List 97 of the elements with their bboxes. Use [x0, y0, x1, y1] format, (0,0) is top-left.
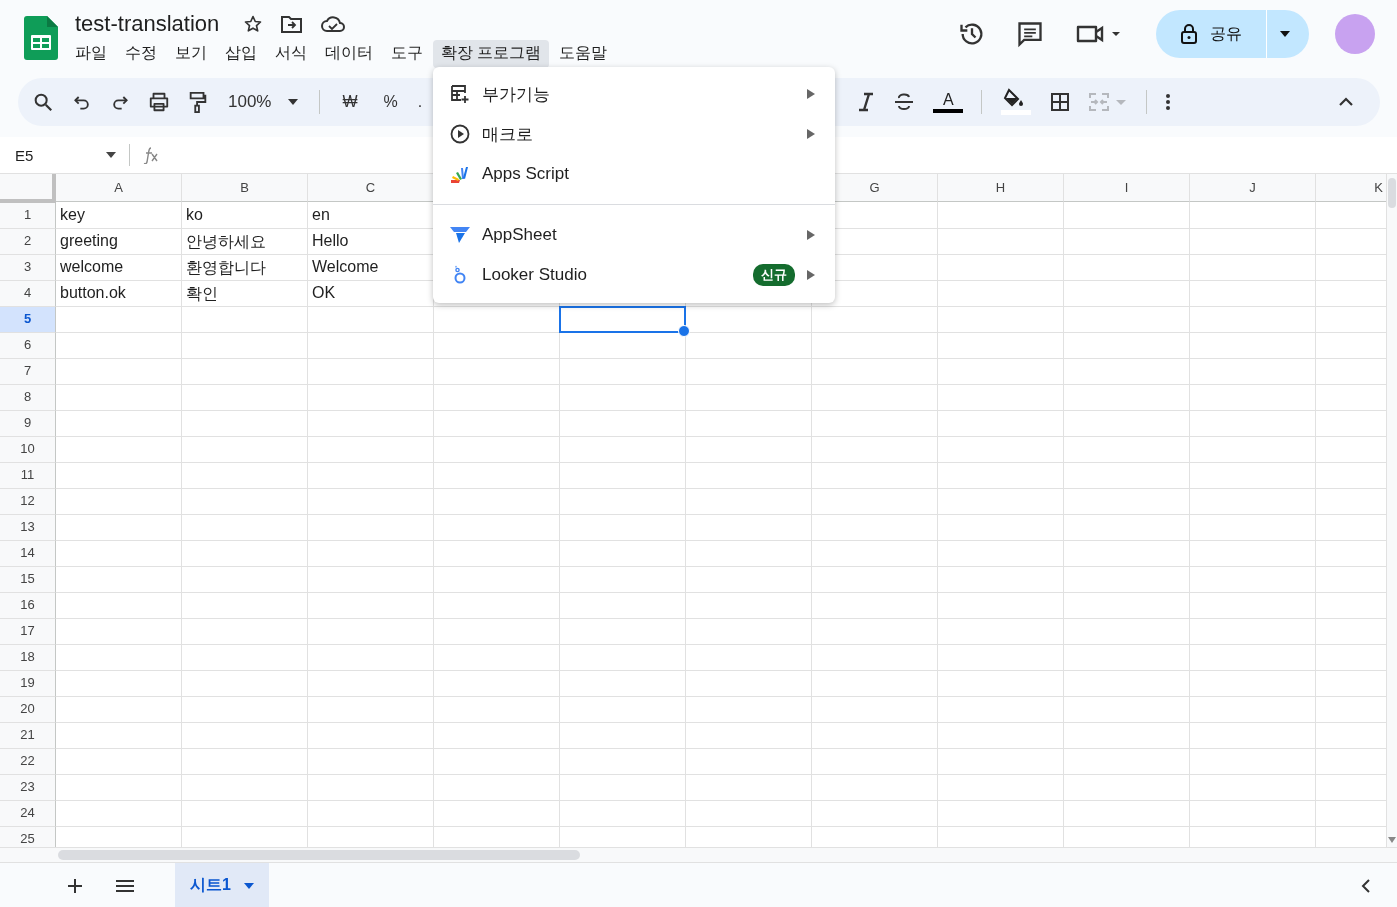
row-header[interactable]: 12	[0, 489, 56, 515]
menu-item[interactable]: 확장 프로그램	[433, 40, 550, 68]
menu-item[interactable]: 도구	[383, 40, 431, 68]
menu-item[interactable]: 수정	[117, 40, 165, 68]
row-header[interactable]: 14	[0, 541, 56, 567]
menu-item[interactable]: 도움말	[551, 40, 616, 68]
row-header[interactable]: 21	[0, 723, 56, 749]
menu-option[interactable]: 매크로	[433, 114, 835, 154]
row-header[interactable]: 18	[0, 645, 56, 671]
menu-option[interactable]: 부가기능	[433, 74, 835, 114]
menu-option[interactable]: Looker Studio 신규	[433, 255, 835, 295]
cell-text: 확인	[186, 285, 218, 302]
column-header[interactable]: K	[1316, 174, 1386, 202]
currency-format-button[interactable]: ₩	[338, 93, 362, 111]
spreadsheet-logo-icon[interactable]	[24, 16, 58, 60]
row-header[interactable]: 23	[0, 775, 56, 801]
scrollbar-thumb[interactable]	[1388, 178, 1396, 208]
cell-text: OK	[312, 284, 336, 301]
cell-text: ko	[186, 206, 203, 223]
caret-icon	[242, 881, 255, 890]
row-header[interactable]: 15	[0, 567, 56, 593]
chevron-left-icon[interactable]	[1361, 878, 1371, 893]
text-color-button[interactable]: A	[933, 91, 964, 113]
cell-text: 안녕하세요	[186, 233, 266, 250]
document-title[interactable]: test-translation	[75, 11, 220, 37]
borders-icon[interactable]	[1050, 92, 1071, 112]
cell-text: greeting	[60, 232, 118, 249]
row-header[interactable]: 25	[0, 827, 56, 847]
add-on-icon	[450, 84, 470, 104]
star-icon[interactable]	[243, 14, 264, 34]
strikethrough-icon[interactable]	[893, 92, 916, 112]
decimal-button[interactable]: .	[413, 93, 427, 111]
more-options-icon[interactable]	[1165, 93, 1172, 111]
row-header[interactable]: 7	[0, 359, 56, 385]
print-icon[interactable]	[148, 91, 170, 113]
share-button[interactable]: 공유	[1156, 10, 1267, 58]
column-header[interactable]: J	[1190, 174, 1316, 202]
scroll-down-arrow-icon[interactable]	[1388, 837, 1396, 843]
play-circle-icon	[450, 124, 470, 144]
fill-color-icon[interactable]	[1000, 88, 1033, 116]
row-header[interactable]: 20	[0, 697, 56, 723]
row-header[interactable]: 19	[0, 671, 56, 697]
row-header[interactable]: 2	[0, 229, 56, 255]
column-header[interactable]: C	[308, 174, 434, 202]
row-header[interactable]: 8	[0, 385, 56, 411]
column-header[interactable]: A	[56, 174, 182, 202]
row-header[interactable]: 1	[0, 203, 56, 229]
menu-option[interactable]: AppSheet	[433, 215, 835, 255]
menu-item[interactable]: 보기	[167, 40, 215, 68]
row-header[interactable]: 3	[0, 255, 56, 281]
menu-item[interactable]: 데이터	[317, 40, 381, 68]
cell-text: 환영합니다	[186, 259, 266, 276]
row-header[interactable]: 11	[0, 463, 56, 489]
cell-text: en	[312, 206, 330, 223]
colored-pencils-icon	[450, 164, 470, 184]
menu-item[interactable]: 파일	[67, 40, 115, 68]
appsheet-icon	[450, 226, 470, 244]
caret-icon	[287, 98, 300, 106]
move-folder-icon[interactable]	[281, 15, 304, 33]
new-badge: 신규	[753, 264, 795, 286]
caret-icon	[1279, 30, 1291, 38]
menu-item[interactable]: 서식	[267, 40, 315, 68]
search-icon[interactable]	[32, 91, 54, 113]
row-header[interactable]: 5	[0, 307, 56, 333]
column-header[interactable]: I	[1064, 174, 1190, 202]
cell-text: button.ok	[60, 284, 126, 301]
menu-item[interactable]: 삽입	[217, 40, 265, 68]
function-icon	[142, 146, 160, 164]
column-header[interactable]: B	[182, 174, 308, 202]
paint-format-icon[interactable]	[188, 91, 208, 113]
name-box[interactable]: E5	[0, 146, 117, 164]
percent-format-button[interactable]: %	[379, 93, 402, 111]
collapse-icon[interactable]	[1338, 97, 1354, 107]
row-header[interactable]: 13	[0, 515, 56, 541]
row-header[interactable]: 16	[0, 593, 56, 619]
all-sheets-menu-icon[interactable]	[115, 878, 135, 893]
row-header[interactable]: 10	[0, 437, 56, 463]
sheet-tab[interactable]: 시트1	[175, 863, 269, 907]
add-sheet-icon[interactable]	[67, 877, 83, 894]
italic-icon[interactable]	[857, 92, 876, 112]
cell-text: key	[60, 206, 85, 223]
zoom-dropdown[interactable]: 100%	[226, 92, 302, 112]
cell-text: Hello	[312, 232, 349, 249]
column-header[interactable]: H	[938, 174, 1064, 202]
row-header[interactable]: 22	[0, 749, 56, 775]
comment-icon[interactable]	[1016, 20, 1044, 48]
row-header[interactable]: 17	[0, 619, 56, 645]
cloud-check-icon[interactable]	[321, 15, 346, 33]
row-header[interactable]: 9	[0, 411, 56, 437]
cell-text: Welcome	[312, 258, 379, 275]
row-header[interactable]: 6	[0, 333, 56, 359]
lock-icon	[1180, 24, 1198, 44]
vertical-scrollbar[interactable]	[1386, 174, 1397, 847]
horizontal-scrollbar[interactable]	[0, 847, 1397, 863]
row-header[interactable]: 24	[0, 801, 56, 827]
row-header[interactable]: 4	[0, 281, 56, 307]
cell-text: welcome	[60, 258, 124, 275]
